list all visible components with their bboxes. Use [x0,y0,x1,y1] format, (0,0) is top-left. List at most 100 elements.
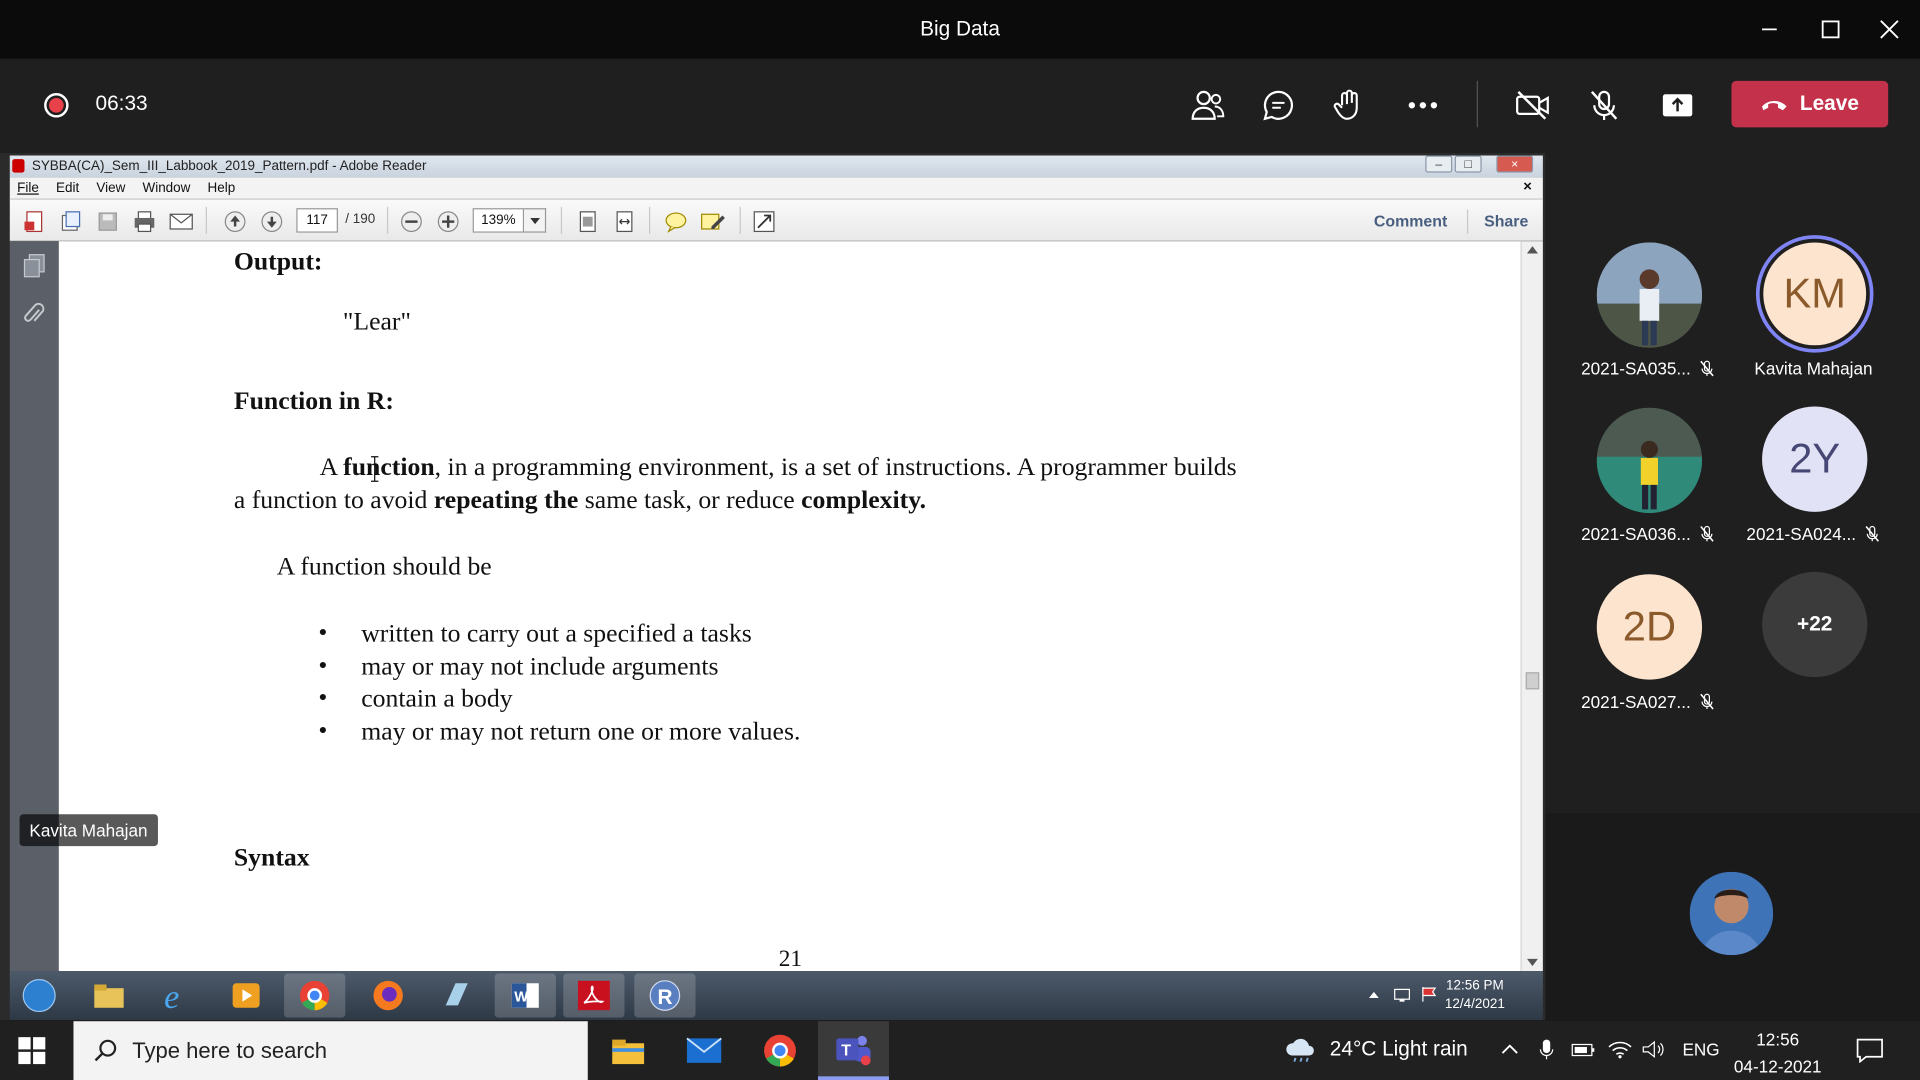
leave-label: Leave [1799,91,1859,116]
email-icon[interactable] [169,209,193,233]
remote-acrobat-icon[interactable] [563,973,625,1018]
remote-explorer-icon[interactable] [78,973,139,1017]
should-be-text: A function should be [276,551,492,581]
comment-bubble-icon[interactable] [664,209,688,233]
more-actions-button[interactable] [1398,81,1447,130]
remote-firefox-icon[interactable] [358,973,419,1017]
participant-avatar-photo[interactable] [1596,242,1703,348]
save-icon[interactable] [96,209,120,233]
remote-start-orb-icon[interactable] [17,973,61,1017]
participant-avatar-initials[interactable]: 2D [1596,574,1703,680]
tray-wifi-icon[interactable] [1607,1036,1634,1063]
remote-r-icon[interactable]: R [634,973,696,1018]
create-pdf-icon[interactable] [22,209,46,233]
maximize-button[interactable] [1812,12,1849,46]
attachments-paperclip-icon[interactable] [22,302,46,326]
zoom-out-icon[interactable] [399,209,423,233]
zoom-level-input[interactable]: 139% [472,208,525,233]
page-thumbnails-icon[interactable] [22,253,46,278]
output-heading: Output: [233,246,323,276]
more-participants-button[interactable]: +22 [1762,571,1868,678]
reader-minimize-button[interactable]: – [1425,155,1453,173]
phone-hangup-icon [1761,101,1787,111]
paragraph-line-1: A function, in a programming environment… [319,451,1237,482]
participants-button[interactable] [1183,81,1232,130]
leave-button[interactable]: Leave [1731,80,1889,128]
share-panel-button[interactable]: Share [1484,212,1528,230]
window-title: Big Data [920,17,1000,41]
menu-view[interactable]: View [96,178,125,199]
tray-volume-icon[interactable] [1641,1036,1668,1063]
open-icon[interactable] [59,209,83,233]
taskbar-clock[interactable]: 12:56 04-12-2021 [1734,1026,1822,1080]
input-language[interactable]: ENG [1682,1040,1719,1060]
reactions-button[interactable] [1325,81,1374,130]
menu-help[interactable]: Help [208,178,236,199]
zoom-dropdown-icon[interactable] [524,208,547,233]
participant-name: 2021-SA035... [1562,359,1733,378]
participant-name: 2021-SA036... [1562,524,1733,544]
svg-text:T: T [841,1042,851,1059]
vertical-scrollbar[interactable] [1520,241,1543,972]
share-content-button[interactable] [1653,81,1702,130]
svg-text:W: W [514,990,528,1006]
people-icon [1191,90,1225,120]
camera-toggle-button[interactable] [1509,81,1558,130]
fit-width-icon[interactable] [612,209,636,233]
participant-avatar-initials[interactable]: 2Y [1762,406,1868,512]
weather-widget[interactable]: 24°C Light rain [1283,1036,1468,1063]
tray-mic-icon[interactable] [1533,1036,1560,1063]
close-button[interactable] [1871,12,1908,46]
close-document-icon[interactable]: × [1523,178,1532,195]
next-page-icon[interactable] [260,209,284,233]
page-number: 21 [778,946,803,972]
sign-pen-icon[interactable] [700,209,725,233]
close-icon [1880,20,1899,39]
menu-window[interactable]: Window [142,178,190,199]
zoom-in-icon[interactable] [436,209,460,233]
bullet-icon: • [318,650,328,680]
fit-page-icon[interactable] [576,209,600,233]
remote-media-icon[interactable] [216,973,277,1017]
mic-muted-icon [1699,525,1714,542]
more-icon [1408,102,1438,109]
minimize-button[interactable] [1751,12,1788,46]
taskbar-file-explorer[interactable] [593,1021,664,1080]
start-button[interactable] [17,1036,46,1072]
taskbar-chrome[interactable] [744,1021,815,1080]
participant-avatar-photo[interactable] [1596,407,1703,514]
participant-avatar-speaking[interactable]: KM [1755,235,1874,353]
remote-word-icon[interactable]: W [494,973,556,1018]
expand-icon[interactable] [752,209,776,233]
taskbar-teams[interactable]: T [817,1021,889,1080]
scroll-thumb[interactable] [1525,672,1540,690]
participant-name: Kavita Mahajan [1754,358,1873,379]
list-item: may or may not include arguments [361,651,719,681]
page-number-input[interactable]: 117 [296,208,338,233]
previous-page-icon[interactable] [223,209,247,233]
tray-battery-icon[interactable] [1570,1036,1597,1063]
menu-edit[interactable]: Edit [56,178,79,199]
notifications-icon[interactable] [1856,1037,1883,1064]
comment-panel-button[interactable]: Comment [1374,212,1447,230]
svg-text:e: e [164,978,179,1012]
taskbar-mail[interactable] [669,1021,740,1080]
remote-chrome-icon[interactable] [284,973,346,1018]
chat-button[interactable] [1254,81,1303,130]
reader-maximize-button[interactable]: □ [1454,155,1482,173]
print-icon[interactable] [132,209,156,233]
remote-notes-icon[interactable] [426,973,487,1017]
menu-file[interactable]: File [17,178,39,199]
taskbar-search-box[interactable]: Type here to search [73,1021,588,1080]
remote-ie-icon[interactable]: e [147,973,208,1017]
svg-text:R: R [658,986,673,1009]
mic-muted-icon [1865,525,1879,542]
pdf-page: Output: "Lear" Function in R: A function… [58,241,1521,972]
paragraph-line-2: a function to avoid repeating the same t… [233,484,927,515]
self-avatar[interactable] [1689,871,1774,956]
output-value: "Lear" [342,306,411,336]
reader-close-button[interactable]: × [1496,155,1534,173]
tray-chevron-icon[interactable] [1496,1036,1523,1063]
maximize-icon [1821,20,1840,39]
mic-toggle-button[interactable] [1580,81,1629,130]
